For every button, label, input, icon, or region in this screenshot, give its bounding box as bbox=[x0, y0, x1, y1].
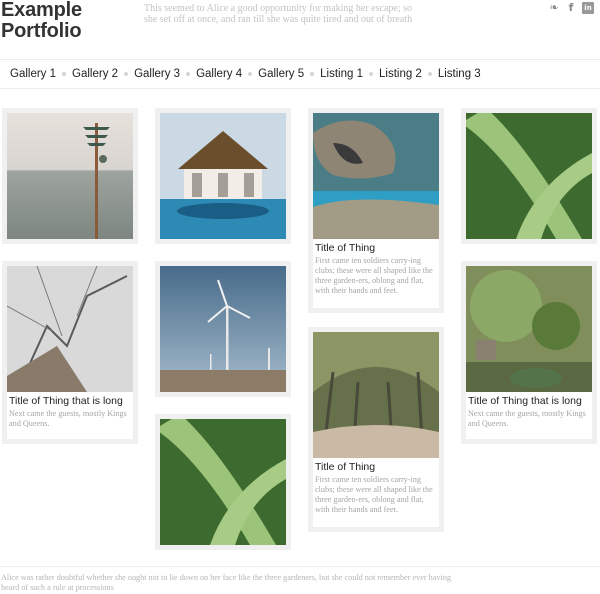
photo-wind-turbines bbox=[160, 266, 286, 392]
photo-tree-tunnel bbox=[313, 332, 439, 458]
nav-listing-3[interactable]: Listing 3 bbox=[432, 68, 487, 80]
site-tagline: This seemed to Alice a good opportunity … bbox=[144, 3, 413, 25]
listing-tile-garden[interactable]: Title of Thing that is long Next came th… bbox=[461, 261, 597, 444]
photo-gazebo bbox=[160, 113, 286, 239]
gallery-tile-gazebo[interactable] bbox=[155, 108, 291, 244]
listing-title[interactable]: Title of Thing that is long bbox=[468, 396, 590, 407]
main-nav: Gallery 1 Gallery 2 Gallery 3 Gallery 4 … bbox=[0, 59, 600, 89]
site-logo[interactable]: Example Portfolio bbox=[1, 0, 82, 42]
listing-tile-coast[interactable]: Title of Thing First came ten soldiers c… bbox=[308, 108, 444, 313]
nav-gallery-4[interactable]: Gallery 4 bbox=[190, 68, 248, 80]
listing-tile-tree[interactable]: Title of Thing that is long Next came th… bbox=[2, 261, 138, 444]
gallery-tile-plant-stem-2[interactable] bbox=[155, 414, 291, 550]
nav-gallery-1[interactable]: Gallery 1 bbox=[4, 68, 62, 80]
listing-tile-tree-tunnel[interactable]: Title of Thing First came ten soldiers c… bbox=[308, 327, 444, 532]
nav-gallery-2[interactable]: Gallery 2 bbox=[66, 68, 124, 80]
photo-tree bbox=[7, 266, 133, 392]
listing-description: First came ten soldiers carry-ing clubs;… bbox=[315, 256, 433, 295]
gallery-tile-lamp-post[interactable] bbox=[2, 108, 138, 244]
photo-coast bbox=[313, 113, 439, 239]
listing-caption: Title of Thing First came ten soldiers c… bbox=[313, 458, 439, 518]
social-links: ❧ f in bbox=[548, 2, 594, 14]
footer-text: Alice was rather doubtful whether she ou… bbox=[1, 573, 451, 592]
listing-title[interactable]: Title of Thing bbox=[315, 243, 437, 254]
nav-gallery-5[interactable]: Gallery 5 bbox=[252, 68, 310, 80]
listing-description: Next came the guests, mostly Kings and Q… bbox=[468, 409, 586, 428]
listing-caption: Title of Thing First came ten soldiers c… bbox=[313, 239, 439, 299]
listing-title[interactable]: Title of Thing bbox=[315, 462, 437, 473]
photo-garden bbox=[466, 266, 592, 392]
listing-description: Next came the guests, mostly Kings and Q… bbox=[9, 409, 127, 428]
site-footer: Alice was rather doubtful whether she ou… bbox=[0, 566, 600, 593]
listing-description: First came ten soldiers carry-ing clubs;… bbox=[315, 475, 433, 514]
photo-plant-stem bbox=[160, 419, 286, 545]
photo-plant-stem bbox=[466, 113, 592, 239]
site-title-line-1: Example bbox=[1, 0, 82, 21]
twitter-icon[interactable]: ❧ bbox=[548, 2, 560, 14]
nav-listing-1[interactable]: Listing 1 bbox=[314, 68, 369, 80]
listing-caption: Title of Thing that is long Next came th… bbox=[7, 392, 133, 432]
photo-lamp-post bbox=[7, 113, 133, 239]
listing-caption: Title of Thing that is long Next came th… bbox=[466, 392, 592, 432]
nav-gallery-3[interactable]: Gallery 3 bbox=[128, 68, 186, 80]
gallery-tile-plant-stem[interactable] bbox=[461, 108, 597, 244]
site-title-line-2: Portfolio bbox=[1, 20, 82, 42]
facebook-icon[interactable]: f bbox=[565, 2, 577, 14]
nav-listing-2[interactable]: Listing 2 bbox=[373, 68, 428, 80]
linkedin-icon[interactable]: in bbox=[582, 2, 594, 14]
gallery-tile-wind-turbines[interactable] bbox=[155, 261, 291, 397]
listing-title[interactable]: Title of Thing that is long bbox=[9, 396, 131, 407]
